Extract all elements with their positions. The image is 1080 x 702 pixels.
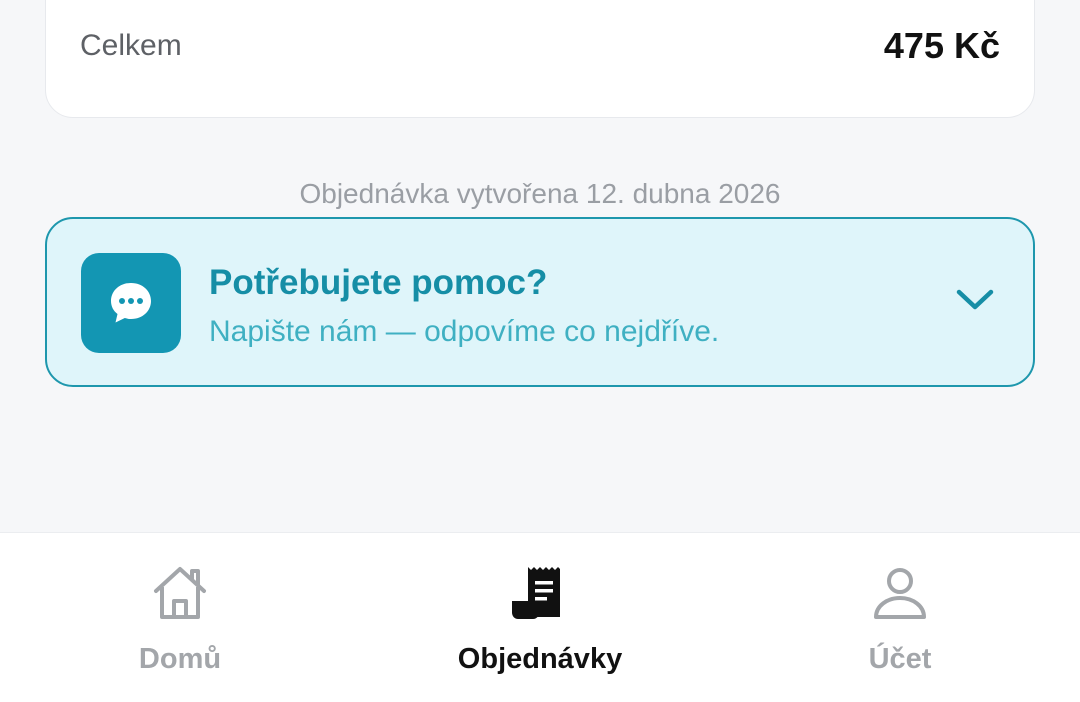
nav-item-orders[interactable]: Objednávky: [360, 533, 720, 702]
chat-bubble-icon: [81, 253, 181, 353]
total-value: 475 Kč: [883, 25, 1000, 66]
nav-item-home[interactable]: Domů: [0, 533, 360, 702]
home-icon: [154, 567, 206, 619]
bottom-navigation: Domů Objednávky Účet: [0, 532, 1080, 702]
help-card[interactable]: Potřebujete pomoc? Napište nám — odpovím…: [45, 217, 1035, 387]
nav-label-account: Účet: [868, 643, 932, 675]
receipt-icon: [512, 567, 560, 619]
user-icon: [874, 568, 926, 619]
nav-label-home: Domů: [138, 643, 222, 675]
order-total-card: Celkem 475 Kč: [45, 0, 1035, 118]
help-title: Potřebujete pomoc?: [209, 263, 548, 302]
nav-label-orders: Objednávky: [457, 643, 623, 675]
total-label: Celkem: [80, 29, 182, 62]
help-subtitle: Napište nám — odpovíme co nejdříve.: [209, 315, 720, 348]
chevron-down-icon[interactable]: [955, 285, 995, 315]
nav-item-account[interactable]: Účet: [720, 533, 1080, 702]
order-created-date: Objednávka vytvořena 12. dubna 2026: [299, 178, 781, 209]
